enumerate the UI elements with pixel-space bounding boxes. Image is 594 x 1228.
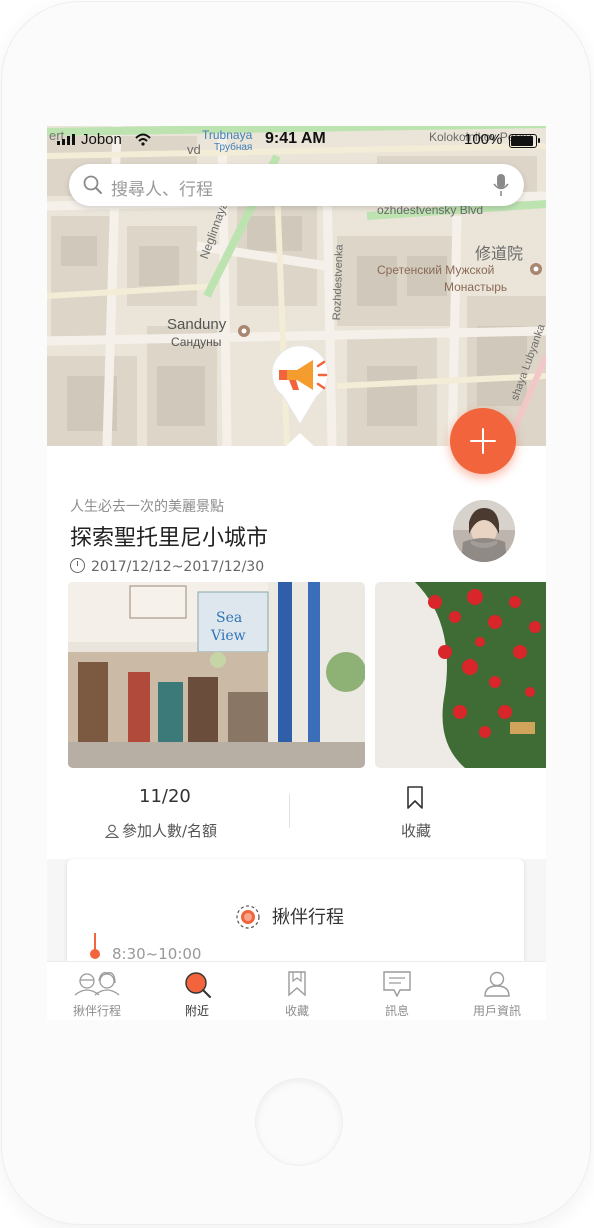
tab-nearby[interactable]: 附近 (147, 962, 247, 1020)
map-label-monastery-cn: 修道院 (475, 246, 524, 263)
tab-label: 附近 (184, 1004, 209, 1018)
trip-photo-1[interactable]: Sea View (68, 582, 365, 768)
message-icon (383, 971, 411, 997)
tab-label: 揪伴行程 (72, 1004, 121, 1018)
stats-divider (289, 794, 290, 828)
companions-icon (74, 972, 120, 996)
clock-time: 9:41 AM (265, 130, 326, 147)
status-bar: Jobon 9:41 AM 100% (47, 126, 546, 156)
trip-title[interactable]: 探索聖托里尼小城市 (70, 520, 268, 552)
bookmark-icon[interactable] (406, 786, 424, 810)
trip-subtitle: 人生必去一次的美麗景點 (70, 499, 224, 515)
poi-marker-icon (238, 325, 250, 337)
map-label-sanduny: Sanduny (167, 316, 227, 333)
map-label-monastery-ru-2: Монастырь (444, 280, 508, 294)
home-button[interactable] (256, 1079, 342, 1165)
wifi-icon (135, 133, 151, 146)
host-avatar[interactable] (453, 500, 515, 562)
avatar-image (453, 500, 515, 562)
nearby-search-icon (185, 972, 211, 998)
map-pointer-notch (285, 433, 315, 447)
participants-count: 11/20 (139, 786, 191, 807)
tab-favorites[interactable]: 收藏 (247, 962, 347, 1020)
battery-percent: 100% (464, 131, 503, 148)
tab-label: 收藏 (284, 1004, 309, 1018)
tab-label: 用戶資訊 (472, 1004, 521, 1018)
map-view[interactable]: ert Trubnaya Трубная Kolokolnikov Pereu … (47, 126, 546, 446)
add-trip-button[interactable] (450, 408, 516, 474)
battery-icon (509, 134, 537, 148)
tab-label: 訊息 (384, 1004, 409, 1018)
signal-icon (57, 134, 75, 145)
map-label-sanduny-ru: Сандуны (171, 335, 222, 349)
search-input[interactable]: 搜尋人、行程 (111, 175, 213, 200)
person-icon (104, 824, 120, 839)
battery-tip (538, 138, 540, 143)
microphone-icon[interactable] (493, 173, 509, 197)
trip-photo-2[interactable] (375, 582, 546, 768)
svg-text:Sea: Sea (216, 610, 242, 626)
event-map-pin[interactable] (269, 344, 331, 426)
app-screen: ert Trubnaya Трубная Kolokolnikov Pereu … (47, 126, 546, 1020)
bookmark-icon (288, 971, 306, 997)
trip-date-range: 2017/12/12~2017/12/30 (91, 559, 265, 575)
map-label-monastery-ru-1: Сретенский Мужской (377, 263, 495, 277)
favorite-label[interactable]: 收藏 (401, 820, 431, 841)
tab-messages[interactable]: 訊息 (347, 962, 447, 1020)
user-icon (484, 971, 510, 997)
tab-profile[interactable]: 用戶資訊 (447, 962, 546, 1020)
search-bar[interactable]: 搜尋人、行程 (69, 164, 524, 206)
flower-wall-photo-image (375, 582, 546, 768)
street-photo-image: Sea View (68, 582, 365, 768)
timeline-dot (90, 949, 100, 959)
poi-marker-icon (530, 263, 542, 275)
carrier-name: Jobon (81, 131, 122, 148)
trip-date: 2017/12/12~2017/12/30 (70, 556, 264, 575)
target-icon (236, 905, 260, 929)
participants-label: 參加人數/名額 (104, 820, 218, 841)
clock-icon (70, 558, 85, 573)
tab-companions[interactable]: 揪伴行程 (47, 962, 147, 1020)
search-icon (83, 175, 102, 194)
participants-label-text: 參加人數/名額 (122, 822, 218, 840)
itinerary-title: 揪伴行程 (272, 907, 344, 928)
svg-text:View: View (210, 628, 246, 644)
tab-bar: 揪伴行程 附近 收藏 訊息 用戶資訊 (47, 961, 546, 1020)
